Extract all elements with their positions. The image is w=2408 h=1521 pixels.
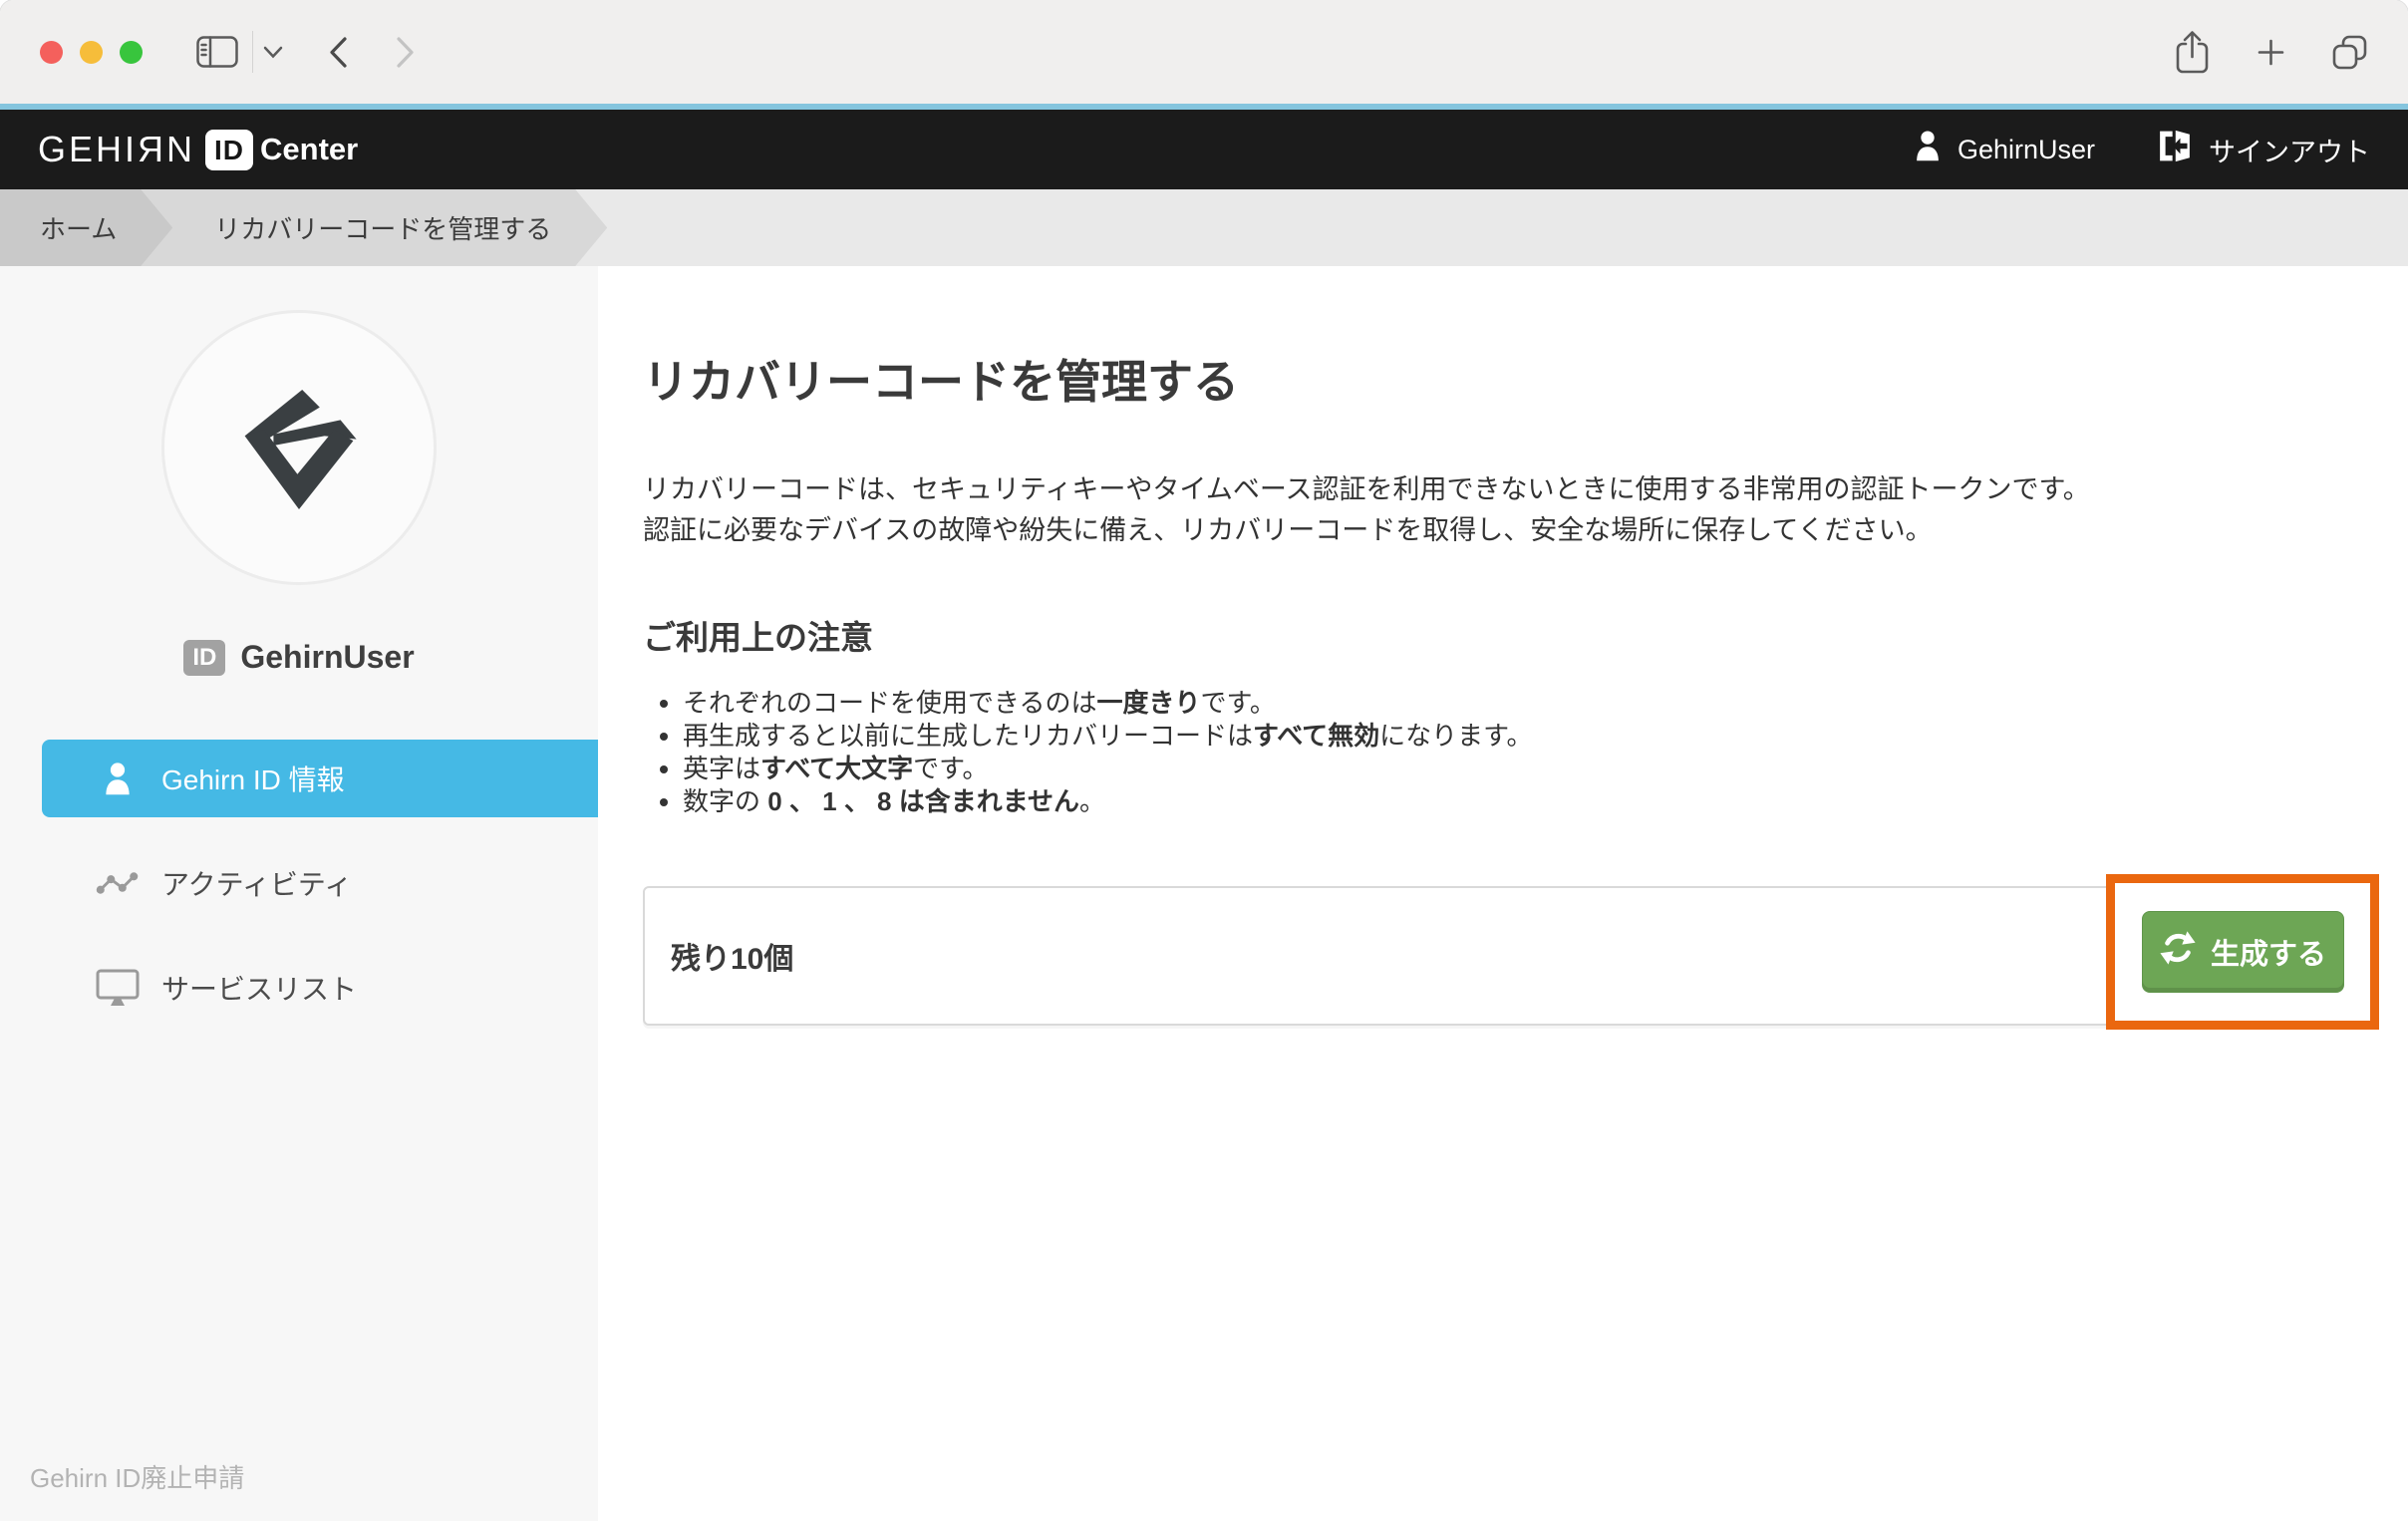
zoom-window-button[interactable] (120, 41, 143, 64)
signout-icon (2157, 130, 2193, 169)
activity-icon (96, 867, 140, 899)
gehirn-id-cancellation-link[interactable]: Gehirn ID廃止申請 (30, 1458, 244, 1495)
signout-button[interactable]: サインアウト (2157, 130, 2370, 169)
signout-label: サインアウト (2209, 131, 2370, 169)
sidebar-item-label: アクティビティ (161, 863, 352, 903)
logo-brand-text: GEHIЯN (38, 129, 195, 170)
header-user-menu[interactable]: GehirnUser (1914, 130, 2095, 169)
refresh-icon (2159, 929, 2197, 975)
notes-heading: ご利用上の注意 (643, 611, 2408, 659)
share-icon[interactable] (2174, 29, 2211, 76)
sidebar-item-service-list[interactable]: サービスリスト (42, 949, 598, 1027)
breadcrumb-home[interactable]: ホーム (0, 189, 172, 266)
toolbar-right-group (2174, 29, 2368, 76)
person-icon (96, 761, 140, 796)
forward-icon[interactable] (396, 37, 415, 68)
recovery-code-row: 残り10個 生成する (643, 874, 2377, 1030)
sidebar-nav: Gehirn ID 情報 アクティビティ (0, 740, 598, 1027)
logo-id-badge: ID (205, 130, 253, 170)
chevron-down-icon[interactable] (263, 46, 283, 59)
monitor-icon (96, 969, 140, 1007)
person-icon (1914, 130, 1942, 169)
highlight-annotation-box: 生成する (2106, 874, 2379, 1030)
browser-window: GEHIЯN ID Center GehirnUser サインアウ (0, 0, 2408, 1521)
sidebar: ID GehirnUser Gehirn ID 情報 (0, 266, 598, 1521)
back-icon[interactable] (329, 37, 348, 68)
window-controls (40, 41, 143, 64)
note-item: それぞれのコードを使用できるのは一度きりです。 (683, 687, 2408, 720)
id-badge: ID (183, 640, 225, 676)
profile-username: GehirnUser (240, 639, 414, 676)
description-line: 認証に必要なデバイスの故障や紛失に備え、リカバリーコードを取得し、安全な場所に保… (643, 510, 2408, 551)
note-item: 再生成すると以前に生成したリカバリーコードはすべて無効になります。 (683, 720, 2408, 753)
generate-button-label: 生成する (2211, 931, 2326, 973)
tab-overview-icon[interactable] (2331, 34, 2368, 71)
sidebar-toggle-icon[interactable] (196, 36, 238, 68)
page-description: リカバリーコードは、セキュリティキーやタイムベース認証を利用できないときに使用す… (643, 469, 2408, 551)
sidebar-item-label: Gehirn ID 情報 (161, 759, 345, 798)
profile-id-row: ID GehirnUser (0, 639, 598, 676)
gehirn-logo-mark-icon (219, 366, 379, 530)
breadcrumb: ホーム リカバリーコードを管理する (0, 189, 2408, 266)
logo-suffix-text: Center (260, 132, 358, 167)
new-tab-icon[interactable] (2257, 38, 2285, 67)
site-header: GEHIЯN ID Center GehirnUser サインアウ (0, 110, 2408, 189)
note-item: 英字はすべて大文字です。 (683, 753, 2408, 785)
browser-toolbar (0, 0, 2408, 104)
description-line: リカバリーコードは、セキュリティキーやタイムベース認証を利用できないときに使用す… (643, 469, 2408, 510)
generate-button[interactable]: 生成する (2142, 911, 2344, 993)
sidebar-item-gehirn-id-info[interactable]: Gehirn ID 情報 (42, 740, 598, 817)
close-window-button[interactable] (40, 41, 63, 64)
note-item: 数字の 0 、 1 、 8 は含まれません。 (683, 785, 2408, 818)
avatar (161, 310, 437, 585)
minimize-window-button[interactable] (80, 41, 103, 64)
notes-list: それぞれのコードを使用できるのは一度きりです。 再生成すると以前に生成したリカバ… (643, 687, 2408, 818)
header-username: GehirnUser (1957, 135, 2095, 165)
sidebar-item-label: サービスリスト (161, 968, 357, 1008)
header-right-group: GehirnUser サインアウト (1914, 130, 2370, 169)
remaining-codes-label: 残り10個 (671, 934, 793, 978)
sidebar-item-activity[interactable]: アクティビティ (42, 844, 598, 922)
breadcrumb-current-page: リカバリーコードを管理する (141, 189, 607, 266)
page-title: リカバリーコードを管理する (643, 346, 2408, 412)
toolbar-divider (252, 31, 253, 73)
gehirn-id-center-logo[interactable]: GEHIЯN ID Center (38, 129, 358, 170)
main-content: リカバリーコードを管理する リカバリーコードは、セキュリティキーやタイムベース認… (598, 266, 2408, 1521)
